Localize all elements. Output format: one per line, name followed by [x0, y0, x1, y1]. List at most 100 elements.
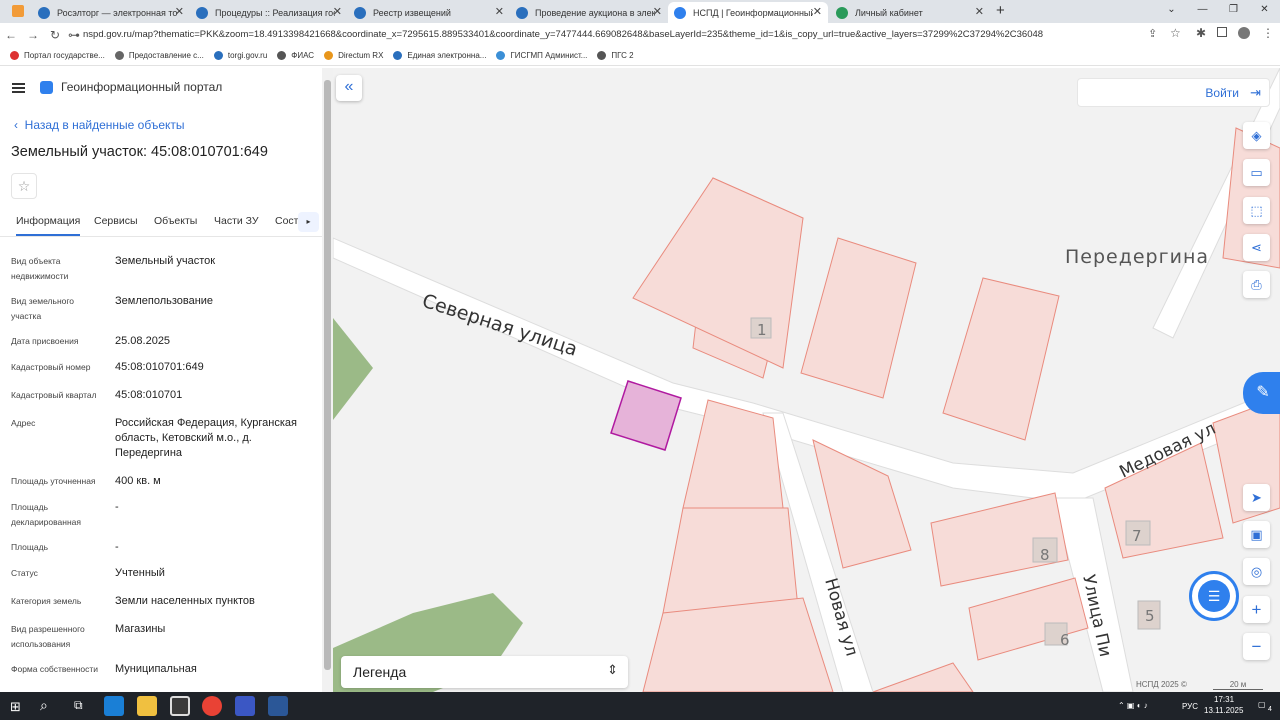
tab-objects[interactable]: Объекты: [154, 215, 197, 227]
legend-dropdown[interactable]: Легенда ⇕: [341, 656, 628, 688]
tab-parts[interactable]: Части ЗУ: [214, 215, 259, 227]
word-icon[interactable]: [268, 696, 288, 716]
house-number: 7: [1132, 527, 1142, 545]
browser-tab[interactable]: Проведение аукциона в электр ✕: [510, 2, 668, 23]
select-area-icon[interactable]: ⬚: [1243, 197, 1270, 224]
close-icon[interactable]: ✕: [175, 5, 184, 18]
panel-scrollbar[interactable]: [322, 68, 333, 692]
scrollbar-thumb[interactable]: [324, 80, 331, 670]
bookmark-item[interactable]: ФИАС: [277, 51, 314, 60]
building-lot: [800, 237, 917, 399]
object-info-panel: Геоинформационный портал ‹ Назад в найде…: [0, 68, 322, 692]
bookmark-star-icon[interactable]: ☆: [1170, 26, 1181, 40]
bookmark-item[interactable]: Портал государстве...: [10, 51, 105, 60]
tab-services[interactable]: Сервисы: [94, 215, 138, 227]
browser-tab[interactable]: Реестр извещений ✕: [348, 2, 510, 23]
login-icon: ⇥: [1250, 85, 1261, 100]
bookmark-icon: [393, 51, 403, 60]
site-icon: [674, 6, 686, 19]
browser-tab-active[interactable]: НСПД | Геоинформационный п ✕: [668, 2, 828, 23]
chat-button[interactable]: ☰: [1189, 571, 1239, 621]
edge-icon[interactable]: [104, 696, 124, 716]
close-window-icon[interactable]: ✕: [1249, 0, 1280, 22]
search-icon[interactable]: ⌕: [40, 697, 48, 714]
close-icon[interactable]: ✕: [495, 5, 504, 18]
locate-icon[interactable]: ➤: [1243, 484, 1270, 511]
chrome-icon[interactable]: [202, 696, 222, 716]
bookmark-item[interactable]: Directum RX: [324, 51, 383, 60]
new-tab-icon[interactable]: +: [996, 2, 1005, 19]
clock-time[interactable]: 17:31: [1214, 695, 1234, 704]
browser-menu-dots-icon[interactable]: ⋮: [1262, 26, 1274, 40]
map-canvas[interactable]: Северная улица Передергина Медовая ул Но…: [333, 68, 1280, 692]
restore-icon[interactable]: ❐: [1218, 0, 1249, 22]
house-number: 8: [1040, 546, 1050, 564]
close-icon[interactable]: ✕: [333, 5, 342, 18]
collapse-panel-icon[interactable]: «: [336, 75, 362, 101]
tab-search-icon[interactable]: ⌄: [1156, 0, 1187, 22]
map-layer: Северная улица Передергина Медовая ул Но…: [333, 68, 1280, 692]
bookmark-item[interactable]: torgi.gov.ru: [213, 51, 267, 60]
support-chat-side-icon[interactable]: ✎: [1243, 372, 1280, 414]
green-area: [333, 318, 373, 420]
bookmark-item[interactable]: ПГС 2: [597, 51, 634, 60]
bookmark-item[interactable]: Единая электронна...: [393, 51, 486, 60]
sidebar-icon[interactable]: [1217, 27, 1227, 37]
close-icon[interactable]: ✕: [653, 5, 662, 18]
tray-icons[interactable]: ⌃ ▣ ◐ ♪: [1118, 701, 1148, 710]
building-lot: [642, 597, 834, 692]
building-lot: [872, 662, 974, 692]
bookmark-icon: [213, 51, 223, 60]
tab-info[interactable]: Информация: [16, 215, 81, 236]
browser-menu-icon[interactable]: [12, 5, 24, 17]
bookmark-item[interactable]: ГИСГМП Админист...: [496, 51, 587, 60]
close-icon[interactable]: ✕: [975, 5, 984, 18]
zoom-in-icon[interactable]: +: [1243, 596, 1270, 623]
chevron-left-icon: ‹: [14, 118, 25, 132]
bookmark-icon: [277, 51, 287, 60]
hamburger-menu-icon[interactable]: [12, 83, 25, 93]
minimap-icon[interactable]: ▣: [1243, 521, 1270, 548]
app-icon[interactable]: [170, 696, 190, 716]
back-arrow-icon[interactable]: ←: [0, 28, 22, 42]
minimize-icon[interactable]: —: [1187, 0, 1218, 22]
print-icon[interactable]: ⎙: [1243, 271, 1270, 298]
back-to-results-link[interactable]: ‹ Назад в найденные объекты: [14, 118, 185, 132]
bookmarks-bar: Портал государстве... Предоставление с..…: [0, 46, 1280, 66]
building-lot: [942, 277, 1060, 441]
street-label-severnaya: Северная улица: [419, 290, 580, 361]
extensions-icon[interactable]: ✱: [1196, 26, 1206, 40]
notification-icon[interactable]: ▢: [1258, 700, 1266, 709]
chevron-updown-icon: ⇕: [607, 662, 618, 677]
task-view-icon[interactable]: ⧉: [74, 698, 83, 713]
share-icon[interactable]: ⇪: [1148, 27, 1157, 40]
geolocation-icon[interactable]: ◎: [1243, 558, 1270, 585]
address-bar[interactable]: nspd.gov.ru/map?thematic=PKK&zoom=18.491…: [83, 27, 1128, 43]
bookmark-item[interactable]: Предоставление с...: [114, 51, 204, 60]
site-icon: [196, 6, 208, 19]
login-button[interactable]: Войти ⇥: [1077, 78, 1270, 107]
bookmark-icon: [114, 51, 124, 60]
browser-tab[interactable]: Росэлторг — электронная торго✕: [32, 2, 190, 23]
yandex-icon[interactable]: [235, 696, 255, 716]
clock-date[interactable]: 13.11.2025: [1204, 706, 1243, 715]
zoom-out-icon[interactable]: −: [1243, 633, 1270, 660]
portal-logo: [40, 81, 53, 94]
layers-icon[interactable]: ◈: [1243, 122, 1270, 149]
explorer-icon[interactable]: [137, 696, 157, 716]
notification-count: 4: [1268, 706, 1272, 713]
ruler-icon[interactable]: ▭: [1243, 159, 1270, 186]
forward-arrow-icon[interactable]: →: [22, 28, 44, 42]
site-info-icon[interactable]: ⊶: [63, 28, 85, 42]
start-icon[interactable]: ⊞: [10, 699, 21, 715]
profile-icon[interactable]: [1238, 27, 1250, 39]
browser-tab[interactable]: Процедуры :: Реализация госи ✕: [190, 2, 348, 23]
site-icon: [354, 6, 366, 19]
object-title: Земельный участок: 45:08:010701:649: [11, 144, 268, 160]
tabs-next-icon[interactable]: ▸: [298, 212, 319, 232]
favorite-star-icon[interactable]: ☆: [11, 173, 37, 199]
language-indicator[interactable]: РУС: [1182, 702, 1198, 711]
browser-tab[interactable]: Личный кабинет ✕: [830, 2, 990, 23]
close-icon[interactable]: ✕: [813, 5, 822, 18]
share-map-icon[interactable]: ⋖: [1243, 234, 1270, 261]
